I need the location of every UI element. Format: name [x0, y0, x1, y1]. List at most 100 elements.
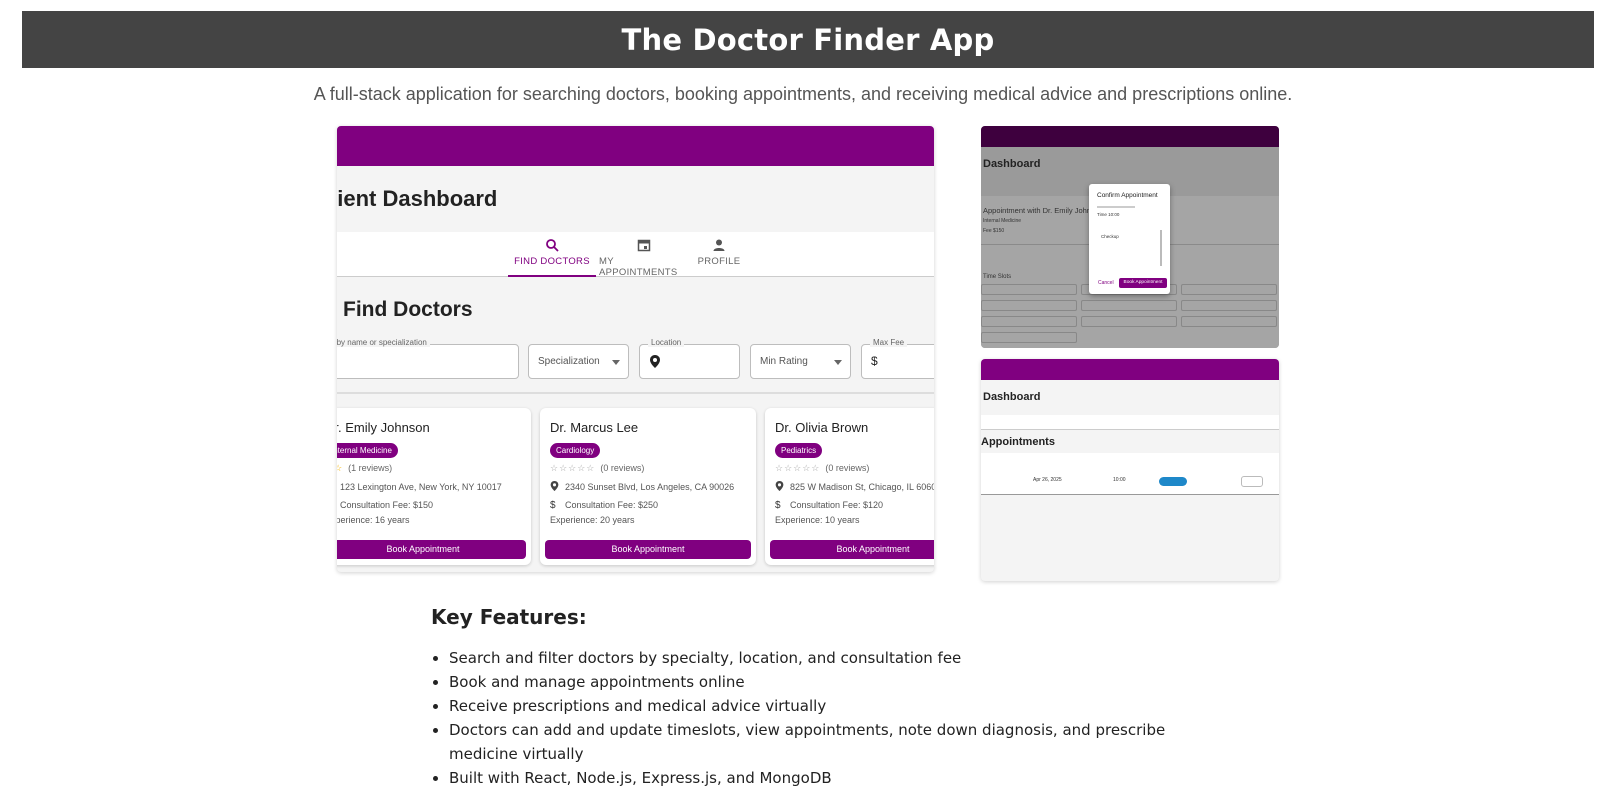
star-icon: ☆☆☆☆☆ — [775, 463, 821, 473]
doctor-rating: ☆☆☆☆☆ (0 reviews) — [550, 463, 644, 474]
status-badge — [1159, 477, 1187, 486]
max-fee-label: Max Fee — [870, 338, 908, 347]
chevron-down-icon — [612, 360, 620, 365]
fee-text: Consultation Fee: $120 — [790, 500, 884, 510]
time-slot[interactable] — [1181, 300, 1277, 311]
search-input[interactable]: Search by name or specialization — [337, 338, 519, 379]
feature-item: Doctors can add and update timeslots, vi… — [449, 718, 1169, 766]
dashboard-title: Dashboard — [983, 391, 1041, 403]
doctor-address: 825 W Madison St, Chicago, IL 60607 — [775, 481, 934, 492]
specialty-chip: Pediatrics — [775, 443, 823, 458]
dollar-icon: $ — [775, 500, 781, 511]
page-subtitle: A full-stack application for searching d… — [313, 84, 1293, 104]
fee-text: Consultation Fee: $250 — [565, 500, 659, 510]
review-count: (1 reviews) — [348, 463, 393, 473]
fee-text: Consultation Fee: $150 — [340, 500, 434, 510]
doctor-fee: $ Consultation Fee: $120 — [775, 500, 883, 511]
time-slot[interactable] — [981, 300, 1077, 311]
app-bar — [981, 359, 1279, 380]
features-title: Key Features: — [431, 605, 587, 629]
min-rating-select[interactable]: Min Rating — [750, 344, 851, 379]
location-label: Location — [648, 338, 685, 347]
time-slot[interactable] — [981, 284, 1077, 295]
doctor-address: 2340 Sunset Blvd, Los Angeles, CA 90026 — [550, 481, 734, 492]
tab-my-appointments[interactable]: MY APPOINTMENTS — [599, 238, 689, 278]
dollar-icon: $ — [871, 354, 878, 368]
section-title: Appointments — [981, 436, 1055, 448]
page-title: The Doctor Finder App — [621, 22, 995, 57]
review-count: (0 reviews) — [600, 463, 645, 473]
time-slot[interactable] — [981, 316, 1077, 327]
tab-profile[interactable]: PROFILE — [693, 238, 745, 267]
dialog-title: Confirm Appointment — [1097, 192, 1158, 199]
dialog-time: Time 10:00 — [1097, 212, 1120, 217]
background-fee: Fee $150 — [983, 228, 1005, 234]
app-bar — [337, 126, 934, 166]
location-pin-icon — [775, 481, 784, 491]
doctor-experience: Experience: 16 years — [337, 515, 410, 525]
search-label: Search by name or specialization — [337, 338, 430, 347]
specialty-chip: Cardiology — [550, 443, 601, 458]
specialization-value: Specialization — [538, 356, 600, 367]
time-slot[interactable] — [1181, 284, 1277, 295]
dashboard-title: Dashboard — [983, 158, 1041, 170]
active-tab-indicator — [508, 275, 596, 277]
time-slot[interactable] — [1181, 316, 1277, 327]
background-slots-label: Time Slots — [983, 274, 1012, 280]
dashboard-title: Patient Dashboard — [337, 186, 498, 211]
specialization-select[interactable]: Specialization — [528, 344, 629, 379]
doctor-experience: Experience: 10 years — [775, 515, 860, 525]
max-fee-input[interactable]: Max Fee $ — [861, 338, 934, 379]
divider — [337, 392, 934, 394]
main-screenshot: Patient Dashboard FIND DOCTORS MY APPOIN… — [337, 126, 934, 572]
tab-label: FIND DOCTORS — [514, 256, 590, 267]
book-appointment-button[interactable]: Book Appointment — [770, 540, 934, 559]
dialog-note: Checkup — [1101, 234, 1119, 239]
tab-bar[interactable] — [981, 415, 1279, 430]
person-icon — [713, 239, 725, 251]
dollar-icon: $ — [550, 500, 556, 511]
chevron-down-icon — [834, 360, 842, 365]
doctor-rating: ★☆ (1 reviews) — [337, 463, 392, 474]
time-slot[interactable] — [1081, 316, 1177, 327]
feature-item: Built with React, Node.js, Express.js, a… — [449, 766, 1169, 790]
time-slot[interactable] — [1081, 300, 1177, 311]
specialty-chip: Internal Medicine — [337, 443, 398, 458]
calendar-icon — [637, 239, 651, 252]
feature-item: Receive prescriptions and medical advice… — [449, 694, 1169, 718]
doctor-card: Dr. Marcus Lee Cardiology ☆☆☆☆☆ (0 review… — [540, 408, 756, 565]
appointment-date: Apr 26, 2025 — [1033, 477, 1062, 483]
min-rating-value: Min Rating — [760, 356, 808, 367]
star-icon: ☆☆☆☆☆ — [550, 463, 596, 473]
doctor-rating: ☆☆☆☆☆ (0 reviews) — [775, 463, 869, 474]
background-specialty: Internal Medicine — [983, 218, 1022, 224]
doctor-experience: Experience: 20 years — [550, 515, 635, 525]
feature-item: Book and manage appointments online — [449, 670, 1169, 694]
location-pin-icon — [650, 355, 660, 368]
book-appointment-button[interactable]: Book Appointment — [337, 540, 526, 559]
doctor-name: Dr. Marcus Lee — [550, 420, 639, 435]
appointments-screenshot: Dashboard Appointments Apr 26, 2025 10:0… — [981, 359, 1279, 581]
cancel-button[interactable]: Cancel — [1098, 280, 1114, 286]
doctor-fee: $ Consultation Fee: $250 — [550, 500, 658, 511]
modal-screenshot: Dashboard Appointment with Dr. Emily Joh… — [981, 126, 1279, 348]
doctor-address: 123 Lexington Ave, New York, NY 10017 — [337, 481, 502, 492]
view-button[interactable] — [1241, 476, 1263, 487]
doctor-fee: $Consultation Fee: $150 — [337, 500, 433, 511]
tab-find-doctors[interactable]: FIND DOCTORS — [508, 238, 596, 267]
header-bar: The Doctor Finder App — [22, 11, 1594, 68]
scrollbar[interactable] — [1160, 230, 1162, 266]
address-text: 2340 Sunset Blvd, Los Angeles, CA 90026 — [565, 482, 735, 492]
book-appointment-button[interactable]: Book Appointment — [545, 540, 751, 559]
background-appointment-heading: Appointment with Dr. Emily Johnson — [983, 206, 1104, 215]
confirm-book-button[interactable]: Book Appointment — [1119, 278, 1167, 288]
confirm-appointment-dialog: Confirm Appointment Time 10:00 Checkup C… — [1089, 184, 1170, 294]
tab-bar: FIND DOCTORS MY APPOINTMENTS PROFILE — [337, 232, 934, 278]
app-bar — [981, 126, 1279, 147]
time-slot[interactable] — [981, 332, 1077, 343]
doctor-card: Dr. Olivia Brown Pediatrics ☆☆☆☆☆ (0 revi… — [765, 408, 934, 565]
features-list: Search and filter doctors by specialty, … — [449, 646, 1169, 790]
location-input[interactable]: Location — [639, 338, 740, 379]
tab-label: PROFILE — [697, 256, 741, 267]
tab-label: MY APPOINTMENTS — [599, 256, 678, 278]
